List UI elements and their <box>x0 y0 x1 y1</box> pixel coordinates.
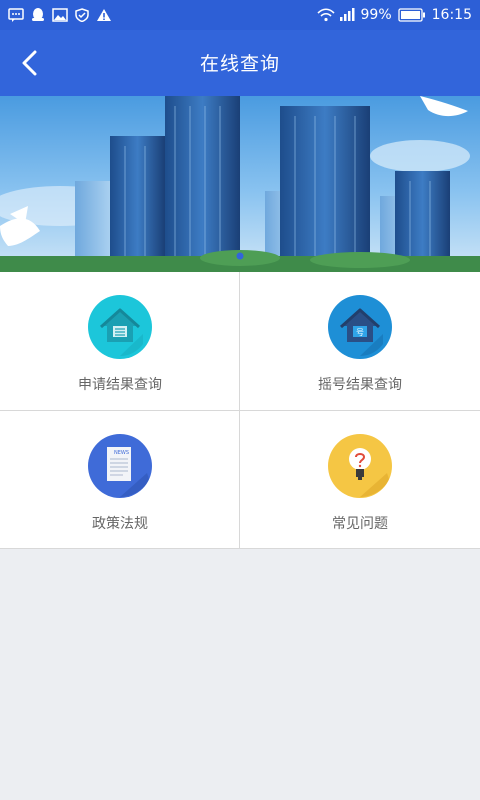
news-document-icon: NEWS <box>87 433 153 499</box>
status-bar: 99% 16:15 <box>0 0 480 30</box>
banner-carousel[interactable] <box>0 96 480 272</box>
lightbulb-question-icon <box>327 433 393 499</box>
battery-percent: 99% <box>360 7 392 23</box>
house-number-icon: 号 <box>327 294 393 360</box>
message-icon <box>8 8 24 22</box>
menu-label: 常见问题 <box>332 516 388 532</box>
warning-icon <box>96 8 112 22</box>
menu-item-lottery-result[interactable]: 号 摇号结果查询 <box>240 272 480 410</box>
signal-icon <box>339 8 355 22</box>
menu-label: 政策法规 <box>92 516 148 532</box>
query-menu-grid: 申请结果查询 号 摇号结果查询 NEWS 政策法规 常见问题 <box>0 272 480 549</box>
carousel-indicator <box>236 252 244 260</box>
shield-icon <box>74 8 90 23</box>
qq-icon <box>30 8 46 22</box>
house-query-icon <box>87 294 153 360</box>
battery-icon <box>397 8 426 22</box>
navigation-bar: 在线查询 <box>0 30 480 96</box>
svg-text:号: 号 <box>356 328 364 337</box>
page-title: 在线查询 <box>199 53 280 75</box>
wifi-icon <box>316 8 335 22</box>
image-icon <box>52 8 68 22</box>
menu-item-policy[interactable]: NEWS 政策法规 <box>0 411 240 549</box>
menu-label: 申请结果查询 <box>78 377 162 393</box>
menu-item-faq[interactable]: 常见问题 <box>240 411 480 549</box>
svg-text:NEWS: NEWS <box>114 450 129 456</box>
menu-item-application-result[interactable]: 申请结果查询 <box>0 272 240 410</box>
clock: 16:15 <box>431 7 472 23</box>
menu-label: 摇号结果查询 <box>318 377 402 393</box>
banner-image <box>0 96 480 272</box>
